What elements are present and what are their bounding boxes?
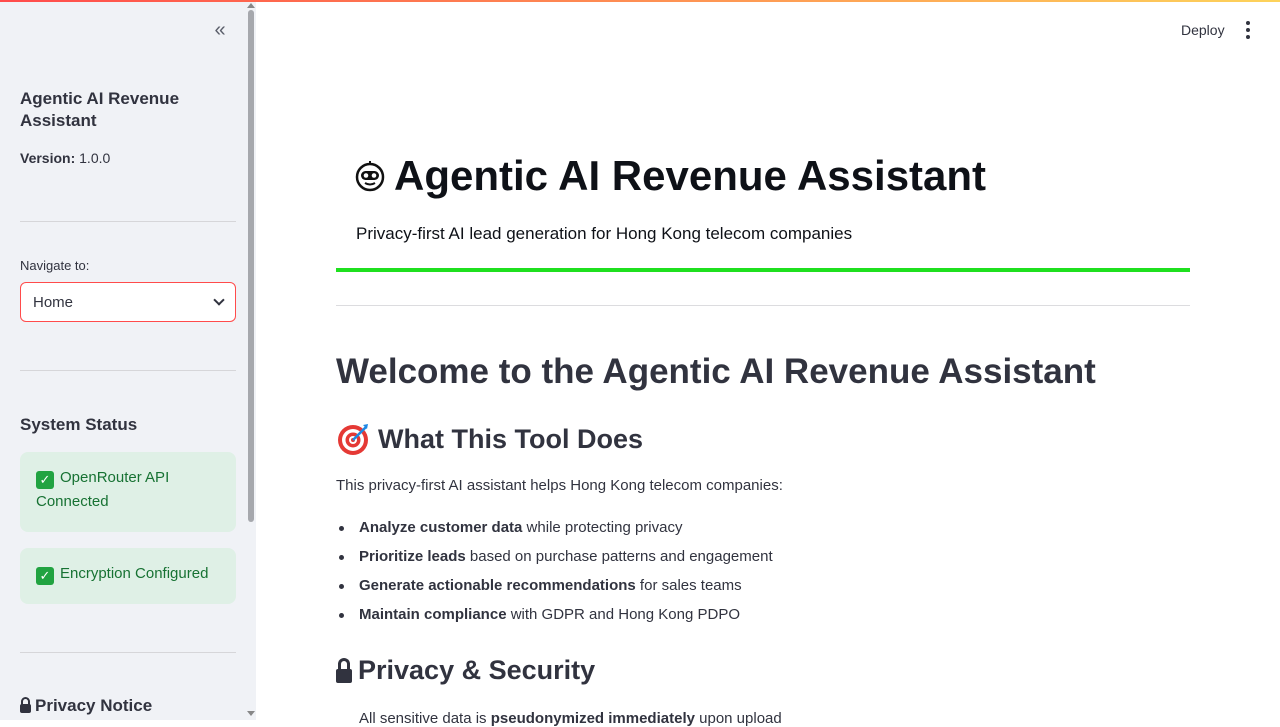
content-divider <box>336 305 1190 306</box>
version-value: 1.0.0 <box>79 150 111 166</box>
list-item: Analyze customer data while protecting p… <box>336 516 773 545</box>
page-subtitle: Privacy-first AI lead generation for Hon… <box>356 224 853 243</box>
page-title-text: Agentic AI Revenue Assistant <box>394 152 987 199</box>
list-item: Maintain compliance with GDPR and Hong K… <box>336 603 773 632</box>
what-this-tool-does-heading: What This Tool Does <box>336 422 643 456</box>
feature-list: Analyze customer data while protecting p… <box>336 516 773 632</box>
lock-icon <box>336 657 352 684</box>
text-segment-bold: pseudonymized immediately <box>490 710 695 727</box>
privacy-security-heading: Privacy & Security <box>336 655 595 686</box>
target-icon <box>338 424 368 455</box>
privacy-notice-label: Privacy Notice <box>35 696 153 715</box>
scroll-up-arrow[interactable] <box>247 3 255 8</box>
list-item-bold: Prioritize leads <box>359 548 466 565</box>
version-label: Version: <box>20 150 76 166</box>
list-item: Generate actionable recommendations for … <box>336 574 773 603</box>
scroll-down-arrow[interactable] <box>247 711 255 716</box>
status-encryption: ✓ Encryption Configured <box>20 548 236 604</box>
list-item-text: with GDPR and Hong Kong PDPO <box>506 606 740 623</box>
navigate-select[interactable]: Home <box>20 282 236 322</box>
list-item-bold: Maintain compliance <box>359 606 507 623</box>
deploy-button[interactable]: Deploy <box>1172 18 1234 42</box>
section-heading-text: What This Tool Does <box>378 423 643 454</box>
more-options-icon[interactable] <box>1238 18 1258 42</box>
sidebar-divider <box>20 370 236 371</box>
sidebar-divider <box>20 652 236 653</box>
navigate-selected-value: Home <box>33 293 74 311</box>
list-item: Prioritize leads based on purchase patte… <box>336 545 773 574</box>
list-item-bold: Analyze customer data <box>359 519 523 536</box>
lock-icon <box>20 697 31 713</box>
top-decoration-bar <box>0 0 1280 2</box>
privacy-first-line: All sensitive data is pseudonymized imme… <box>359 710 782 727</box>
list-item-text: for sales teams <box>635 577 742 594</box>
text-segment: upon upload <box>694 710 782 727</box>
status-openrouter: ✓ OpenRouter API Connected <box>20 452 236 532</box>
privacy-notice-heading: Privacy Notice <box>20 696 152 716</box>
list-item-bold: Generate actionable recommendations <box>359 577 636 594</box>
text-segment: All sensitive data is <box>359 710 491 727</box>
status-openrouter-text: OpenRouter API Connected <box>36 469 170 510</box>
sidebar-app-title: Agentic AI Revenue Assistant <box>20 89 180 130</box>
robot-icon <box>355 161 385 192</box>
page-title: Agentic AI Revenue Assistant <box>354 152 986 200</box>
sidebar-scrollbar[interactable] <box>248 10 254 522</box>
collapse-sidebar-icon[interactable]: « <box>208 18 232 42</box>
check-icon: ✓ <box>36 471 54 489</box>
navigate-label: Navigate to: <box>20 258 90 273</box>
sidebar: « Agentic AI Revenue Assistant Version: … <box>0 0 256 720</box>
version-info: Version: 1.0.0 <box>20 150 110 166</box>
list-item-text: while protecting privacy <box>522 519 683 536</box>
chevron-down-icon <box>213 294 225 306</box>
intro-text: This privacy-first AI assistant helps Ho… <box>336 477 783 494</box>
sidebar-divider <box>20 221 236 222</box>
check-icon: ✓ <box>36 567 54 585</box>
system-status-heading: System Status <box>20 415 138 434</box>
section-heading-text: Privacy & Security <box>358 655 596 685</box>
welcome-heading: Welcome to the Agentic AI Revenue Assist… <box>336 352 1096 391</box>
status-encryption-text: Encryption Configured <box>60 565 209 582</box>
list-item-text: based on purchase patterns and engagemen… <box>465 548 773 565</box>
accent-divider <box>336 268 1190 272</box>
